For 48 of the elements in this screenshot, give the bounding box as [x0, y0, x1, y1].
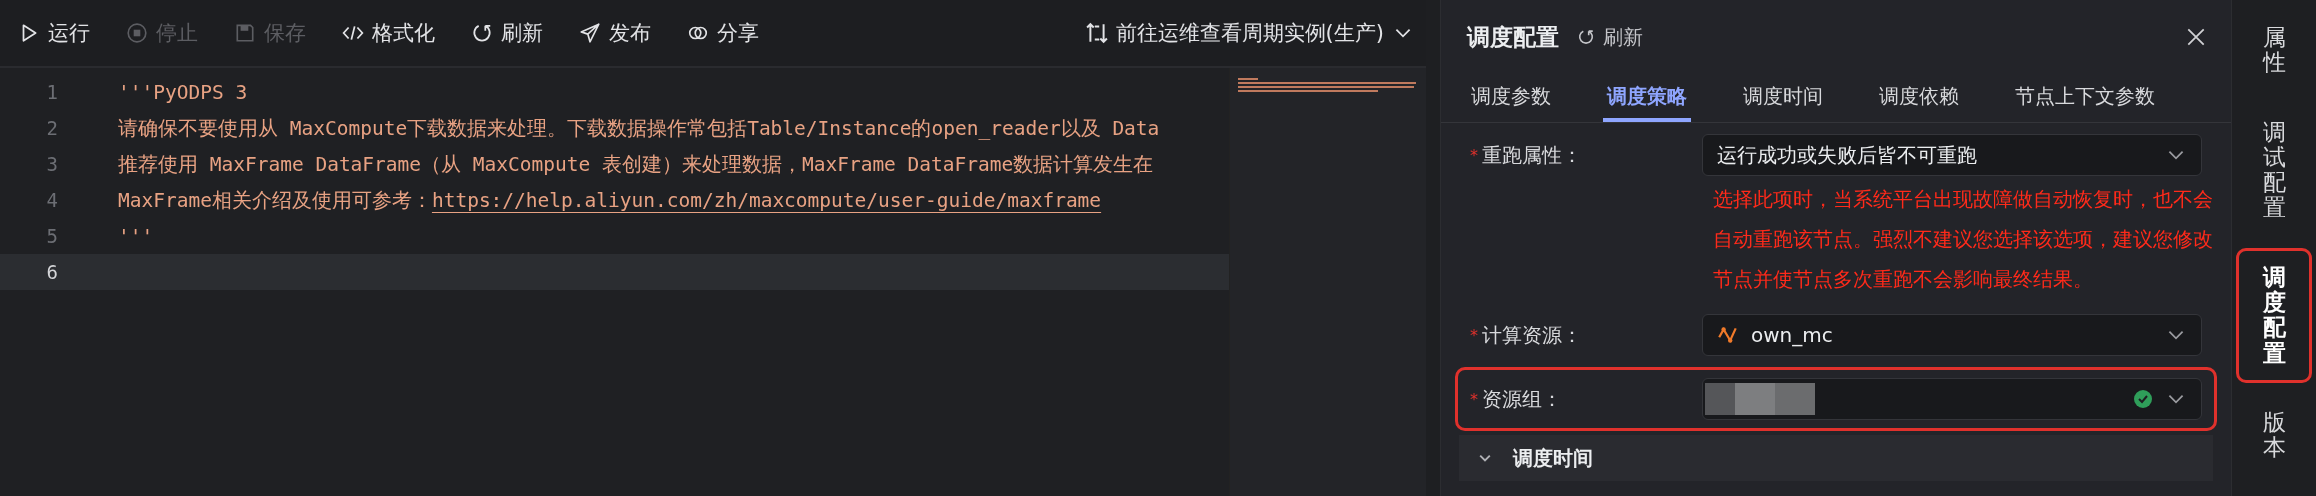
panel-tab[interactable]: 调度参数: [1467, 74, 1555, 122]
code-text: 请确保不要使用从 MaxCompute下载数据来处理。下载数据操作常包括Table/Instance的open_reader以及 Data: [118, 115, 1160, 142]
panel-tab[interactable]: 调度依赖: [1875, 74, 1963, 122]
toolbar-button[interactable]: 刷新: [471, 19, 543, 47]
refresh-icon: [471, 22, 493, 44]
line-number: 3: [45, 153, 58, 175]
warning-text: 选择此项时，当系统平台出现故障做自动恢复时，也不会自动重跑该节点。强烈不建议您选择该选项，建议您修改节点并使节点多次重跑不会影响最终结果。: [1713, 186, 2214, 293]
panel-tab[interactable]: 调度策略: [1603, 74, 1691, 122]
line-number: 1: [45, 81, 58, 103]
select-field[interactable]: [1702, 378, 2202, 420]
line-number: 4: [45, 189, 58, 211]
code-text: '''PyODPS 3: [118, 80, 248, 104]
panel-tab[interactable]: 节点上下文参数: [2011, 74, 2159, 122]
goto-operations-button[interactable]: 前往运维查看周期实例(生产): [1085, 19, 1414, 47]
line-number: 5: [45, 225, 58, 247]
stop-icon: [126, 22, 148, 44]
select-field[interactable]: 运行成功或失败后皆不可重跑: [1702, 134, 2202, 176]
toolbar-button[interactable]: 运行: [18, 19, 90, 47]
side-tab[interactable]: 版本: [2236, 392, 2312, 478]
refresh-icon: [1577, 28, 1595, 46]
code-link[interactable]: https://help.aliyun.com/zh/maxcompute/user-guide/maxframe: [431, 188, 1102, 212]
side-tab[interactable]: 属性: [2236, 8, 2312, 93]
side-tab[interactable]: 调试配置: [2236, 102, 2312, 238]
code-text: 推荐使用 MaxFrame DataFrame（从 MaxCompute 表创建）来处理数据，MaxFrame DataFrame数据计算发生在: [118, 151, 1154, 178]
close-icon[interactable]: [2185, 26, 2207, 48]
toolbar-button[interactable]: 格式化: [342, 19, 435, 47]
panel-title: 调度配置: [1467, 22, 1559, 52]
required-mark: *: [1470, 389, 1478, 409]
line-number: 6: [45, 261, 58, 283]
side-tab[interactable]: 调度配置: [2236, 247, 2312, 383]
paper-plane-icon: [579, 22, 601, 44]
toolbar-button[interactable]: 发布: [579, 19, 651, 47]
toolbar-button[interactable]: 分享: [687, 19, 759, 47]
collapsible-section-header[interactable]: 调度时间: [1459, 435, 2213, 481]
field-label: 资源组：: [1482, 385, 1562, 413]
panel-tab[interactable]: 调度时间: [1739, 74, 1827, 122]
select-field[interactable]: own_mc: [1702, 314, 2202, 356]
swap-icon: [1085, 22, 1108, 44]
compute-resource-icon: [1717, 324, 1739, 346]
code-text: ''': [118, 224, 154, 248]
field-label: 计算资源：: [1482, 321, 1582, 349]
required-mark: *: [1470, 145, 1478, 165]
refresh-button[interactable]: 刷新: [1577, 23, 1643, 51]
required-mark: *: [1470, 325, 1478, 345]
field-label: 重跑属性：: [1482, 141, 1582, 169]
line-number: 2: [45, 117, 58, 139]
code-text: MaxFrame相关介绍及使用可参考：: [118, 187, 432, 214]
floppy-icon: [234, 22, 256, 44]
